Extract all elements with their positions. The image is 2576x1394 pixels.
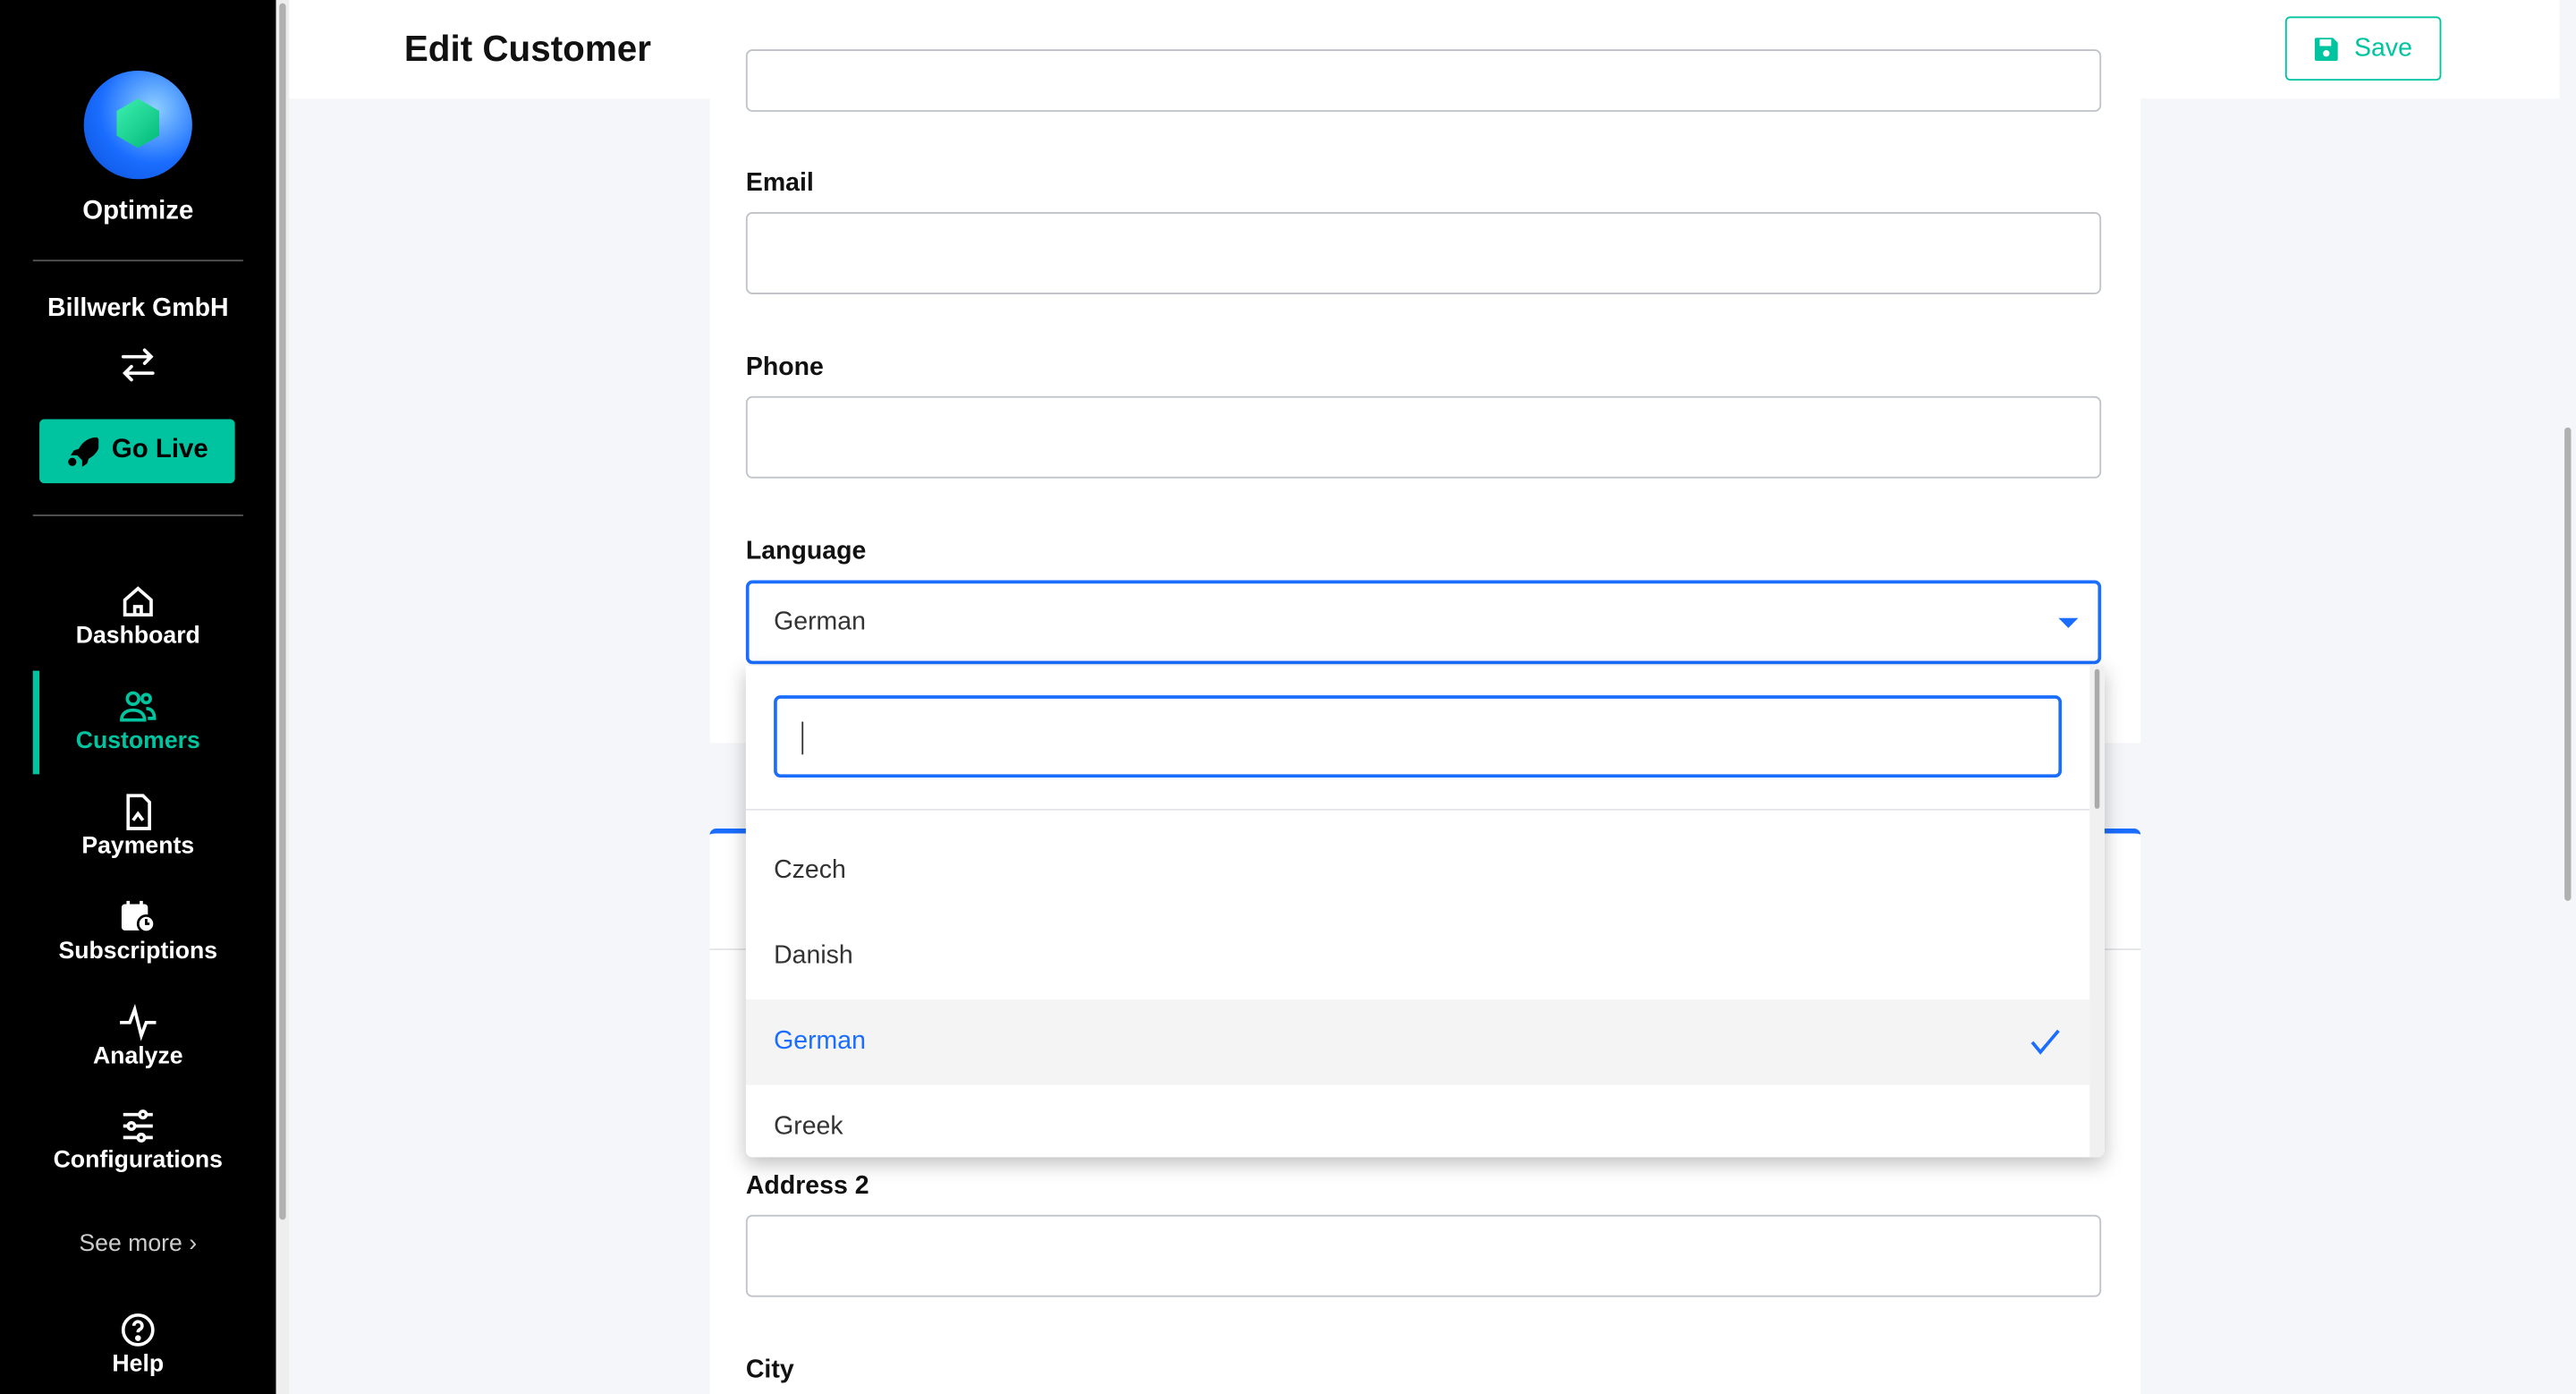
nav-label: Analyze xyxy=(92,1043,183,1071)
option-greek[interactable]: Greek xyxy=(746,1085,2089,1158)
option-label: German xyxy=(774,1027,866,1056)
nav-payments[interactable]: Payments xyxy=(0,793,276,891)
document-icon xyxy=(126,794,151,830)
pulse-icon xyxy=(120,1003,157,1041)
rocket-icon xyxy=(68,437,99,467)
phone-input[interactable] xyxy=(745,395,2102,479)
switch-account-icon[interactable] xyxy=(118,347,157,383)
email-input[interactable] xyxy=(745,212,2102,294)
language-value: German xyxy=(774,608,866,637)
phone-label: Phone xyxy=(745,353,824,382)
name-input[interactable] xyxy=(745,49,2102,112)
account-name: Billwerk GmbH xyxy=(47,293,229,323)
page-scrollbar[interactable] xyxy=(2559,0,2576,1394)
option-german[interactable]: German xyxy=(745,999,2090,1085)
nav-label: Dashboard xyxy=(75,623,200,650)
sidebar-scrollbar[interactable] xyxy=(275,0,290,1394)
go-live-label: Go Live xyxy=(111,435,208,464)
nav-label: Customers xyxy=(75,727,200,755)
go-live-button[interactable]: Go Live xyxy=(39,419,235,484)
save-label: Save xyxy=(2354,34,2412,63)
sidebar: Optimize Billwerk GmbH Go Live Dashboard… xyxy=(0,0,276,1394)
see-more-link[interactable]: See more › xyxy=(0,1231,276,1257)
option-label: Greek xyxy=(774,1112,843,1142)
text-cursor xyxy=(801,721,804,755)
optimize-logo xyxy=(83,71,192,180)
app-name: Optimize xyxy=(82,197,194,225)
email-label: Email xyxy=(745,169,814,198)
see-more-label: See more xyxy=(79,1231,182,1258)
dropdown-scrollbar[interactable] xyxy=(2089,666,2105,1158)
page-title: Edit Customer xyxy=(403,28,652,70)
nav-analyze[interactable]: Analyze xyxy=(0,1003,276,1101)
sliders-icon xyxy=(123,1109,153,1143)
language-dropdown: Czech Danish German Greek xyxy=(745,666,2105,1158)
save-icon xyxy=(2314,38,2338,61)
nav-label: Payments xyxy=(81,833,195,860)
help-icon xyxy=(121,1313,155,1347)
nav-label: Configurations xyxy=(53,1147,223,1174)
option-label: Czech xyxy=(774,856,846,885)
nav-configurations[interactable]: Configurations xyxy=(0,1106,276,1204)
language-label: Language xyxy=(745,537,867,566)
nav-help[interactable]: Help xyxy=(0,1310,276,1394)
language-select[interactable]: German xyxy=(745,580,2102,665)
divider xyxy=(745,808,2090,811)
nav-subscriptions[interactable]: Subscriptions xyxy=(0,897,276,996)
divider xyxy=(32,259,243,262)
home-icon xyxy=(123,586,153,616)
address2-label: Address 2 xyxy=(745,1171,869,1201)
caret-down-icon xyxy=(2058,617,2079,628)
calendar-clock-icon xyxy=(121,900,157,934)
address2-input[interactable] xyxy=(745,1214,2102,1297)
divider xyxy=(32,514,243,516)
nav-customers[interactable]: Customers xyxy=(0,687,276,786)
dropdown-search-input[interactable] xyxy=(774,695,2063,778)
save-button[interactable]: Save xyxy=(2284,16,2442,81)
option-label: Danish xyxy=(774,941,853,970)
nav-dashboard[interactable]: Dashboard xyxy=(0,582,276,680)
option-danish[interactable]: Danish xyxy=(746,914,2089,1000)
users-icon xyxy=(120,691,157,722)
check-icon xyxy=(2030,1029,2060,1055)
chevron-right-icon: › xyxy=(189,1231,198,1258)
nav-label: Help xyxy=(112,1351,165,1378)
option-czech[interactable]: Czech xyxy=(746,829,2089,914)
nav-label: Subscriptions xyxy=(58,939,218,965)
city-label: City xyxy=(745,1356,794,1384)
